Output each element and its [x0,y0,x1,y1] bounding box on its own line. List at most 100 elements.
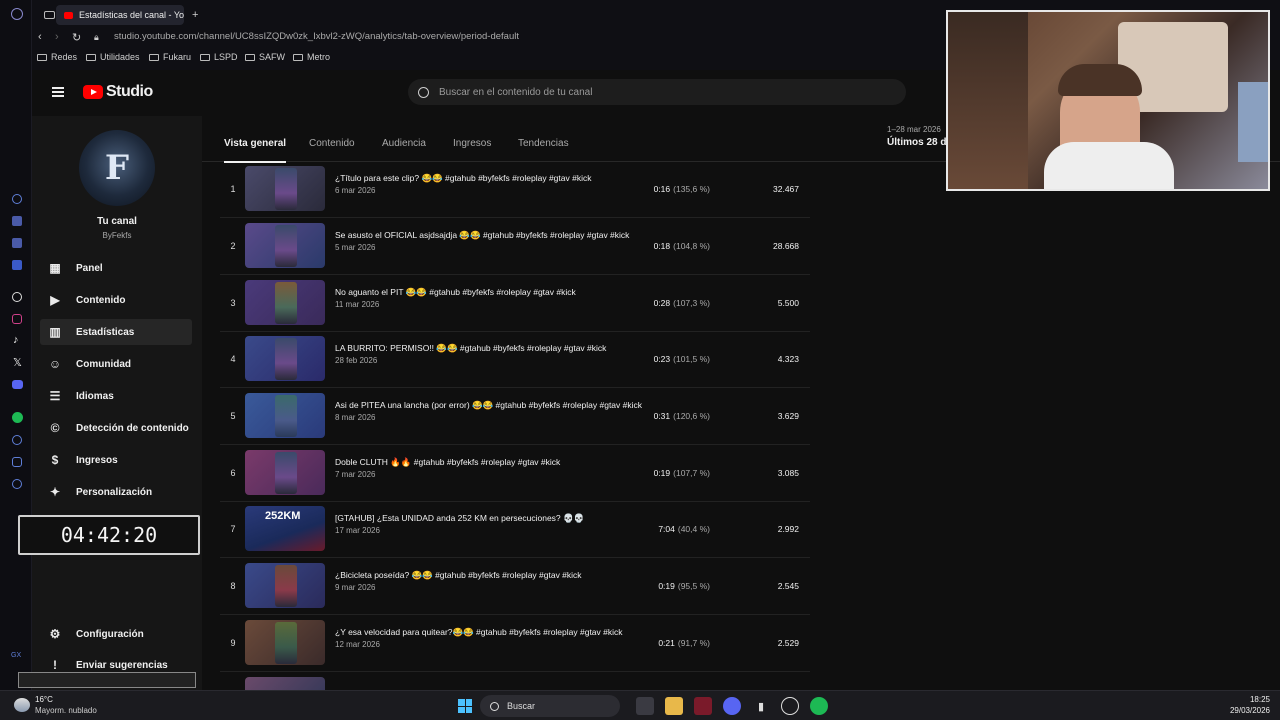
video-thumbnail[interactable]: 252KM [245,506,325,551]
sidebar-item-content-detection[interactable]: © Detección de contenido [40,415,192,441]
period-selector[interactable]: Últimos 28 di [887,137,949,148]
table-row[interactable]: 4 LA BURRITO: PERMISO!! 😂😂 #gtahub #byfe… [220,332,810,388]
clock-date[interactable]: 29/03/2026 [1160,706,1270,715]
sidebar-item-earnings[interactable]: $ Ingresos [40,447,192,473]
app-icon[interactable] [12,238,22,248]
bookmark-folder[interactable]: Metro [293,52,330,62]
video-thumbnail[interactable] [245,620,325,665]
task-view-icon[interactable] [636,697,654,715]
bookmark-folder[interactable]: Fukaru [149,52,191,62]
bookmark-folder[interactable]: SAFW [245,52,285,62]
video-thumbnail[interactable] [245,393,325,438]
tab-overview[interactable]: Vista general [224,138,287,163]
folder-icon [293,53,303,61]
video-thumbnail[interactable] [245,166,325,211]
bookmark-folder[interactable]: Redes [37,52,77,62]
weather-icon[interactable] [14,698,30,712]
file-explorer-icon[interactable] [665,697,683,715]
tab-youtube-studio[interactable]: Estadísticas del canal - Yo [56,5,184,25]
video-title[interactable]: No aguanto el PIT 😂😂 #gtahub #byfekfs #r… [335,287,576,298]
reload-icon[interactable]: ↻ [72,31,81,44]
video-thumbnail[interactable] [245,450,325,495]
discord-icon[interactable] [723,697,741,715]
browser-logo-icon[interactable] [11,8,23,20]
video-title[interactable]: ¿Título para este clip? 😂😂 #gtahub #byfe… [335,173,591,184]
video-title[interactable]: [GTAHUB] ¿Esta UNIDAD anda 252 KM en per… [335,513,584,524]
chatgpt-icon[interactable] [12,292,22,302]
video-thumbnail[interactable] [245,563,325,608]
folder-icon [37,53,47,61]
table-row[interactable]: 1 ¿Título para este clip? 😂😂 #gtahub #by… [220,162,810,218]
bookmark-folder[interactable]: LSPD [200,52,238,62]
new-tab-button[interactable]: + [184,5,206,25]
windows-start-icon[interactable] [456,697,474,715]
sidebar-item-customization[interactable]: ✦ Personalización [40,479,192,505]
table-row[interactable]: 8 ¿Bicicleta poseída? 😂😂 #gtahub #byfekf… [220,559,810,615]
spotify-icon[interactable] [810,697,828,715]
extensions-icon[interactable] [12,457,22,467]
video-date: 9 mar 2026 [335,583,376,592]
tab-revenue[interactable]: Ingresos [453,138,491,149]
video-title[interactable]: ¿Bicicleta poseída? 😂😂 #gtahub #byfekfs … [335,570,582,581]
video-thumbnail-partial[interactable] [245,677,325,690]
app-icon[interactable] [12,260,22,270]
sidebar-item-community[interactable]: ☺ Comunidad [40,351,192,377]
sidebar-item-content[interactable]: ▶ Contenido [40,287,192,313]
url-field[interactable]: studio.youtube.com/channel/UC8ssIZQDw0zk… [114,31,519,42]
video-thumbnail[interactable] [245,280,325,325]
video-title[interactable]: Se asusto el OFICIAL asjdsajdja 😂😂 #gtah… [335,230,629,241]
video-title[interactable]: Asi de PITEA una lancha (por error) 😂😂 #… [335,400,642,411]
avg-view-duration: 7:04 (40,4 %) [658,524,710,534]
settings-icon[interactable] [12,479,22,489]
tab-title: Estadísticas del canal - Yo [79,10,184,20]
studio-logo[interactable]: Studio [83,83,153,101]
sidebar-item-languages[interactable]: ☰ Idiomas [40,383,192,409]
spotify-icon[interactable] [12,412,23,423]
back-icon[interactable]: ‹ [38,31,42,43]
webcam-overlay [946,10,1270,191]
table-row[interactable]: 6 Doble CLUTH 🔥🔥 #gtahub #byfekfs #rolep… [220,446,810,502]
video-title[interactable]: Doble CLUTH 🔥🔥 #gtahub #byfekfs #rolepla… [335,457,560,468]
x-icon[interactable]: 𝕏 [13,356,22,369]
history-icon[interactable] [12,435,22,445]
tab-audience[interactable]: Audiencia [382,138,426,149]
channel-avatar[interactable]: F [79,130,155,206]
table-row[interactable]: 9 ¿Y esa velocidad para quitear?😂😂 #gtah… [220,616,810,672]
table-row[interactable]: 2 Se asusto el OFICIAL asjdsajdja 😂😂 #gt… [220,219,810,275]
app-icon[interactable] [12,216,22,226]
dollar-icon: $ [51,453,59,467]
tab-content[interactable]: Contenido [309,138,355,149]
table-row[interactable]: 3 No aguanto el PIT 😂😂 #gtahub #byfekfs … [220,276,810,332]
folder-icon [245,53,255,61]
clock-time[interactable]: 18:25 [1160,695,1270,704]
video-title[interactable]: LA BURRITO: PERMISO!! 😂😂 #gtahub #byfekf… [335,343,606,354]
menu-icon[interactable] [52,87,64,97]
video-thumbnail[interactable] [245,336,325,381]
folder-icon [86,53,96,61]
video-title[interactable]: ¿Y esa velocidad para quitear?😂😂 #gtahub… [335,627,623,638]
sidebar-item-analytics[interactable]: ▥ Estadísticas [40,319,192,345]
forward-icon[interactable]: › [55,31,59,43]
search-input[interactable]: Buscar en el contenido de tu canal [408,79,906,105]
avg-view-duration: 0:16 (135,6 %) [653,184,710,194]
discord-icon[interactable] [12,380,23,389]
tab-trends[interactable]: Tendencias [518,138,569,149]
sidebar-item-settings[interactable]: ⚙ Configuración [40,621,192,647]
video-thumbnail[interactable] [245,223,325,268]
opera-gx-icon[interactable] [694,697,712,715]
bookmark-folder[interactable]: Utilidades [86,52,140,62]
avg-view-duration: 0:21 (91,7 %) [658,638,710,648]
tiktok-icon[interactable]: ♪ [13,334,19,346]
avg-view-duration: 0:19 (95,5 %) [658,581,710,591]
table-row[interactable]: 5 Asi de PITEA una lancha (por error) 😂😂… [220,389,810,445]
taskbar-search[interactable]: Buscar [480,695,620,717]
copyright-icon: © [50,421,60,435]
obs-icon[interactable] [781,697,799,715]
table-row[interactable]: 7 252KM [GTAHUB] ¿Esta UNIDAD anda 252 K… [220,502,810,558]
sidebar-item-panel[interactable]: ▦ Panel [40,255,192,281]
refresh-icon[interactable] [12,194,22,204]
audio-app-icon[interactable]: ▮ [752,697,770,715]
youtube-logo-icon [83,85,103,99]
gx-icon[interactable]: GX [11,652,21,659]
instagram-icon[interactable] [12,314,22,324]
